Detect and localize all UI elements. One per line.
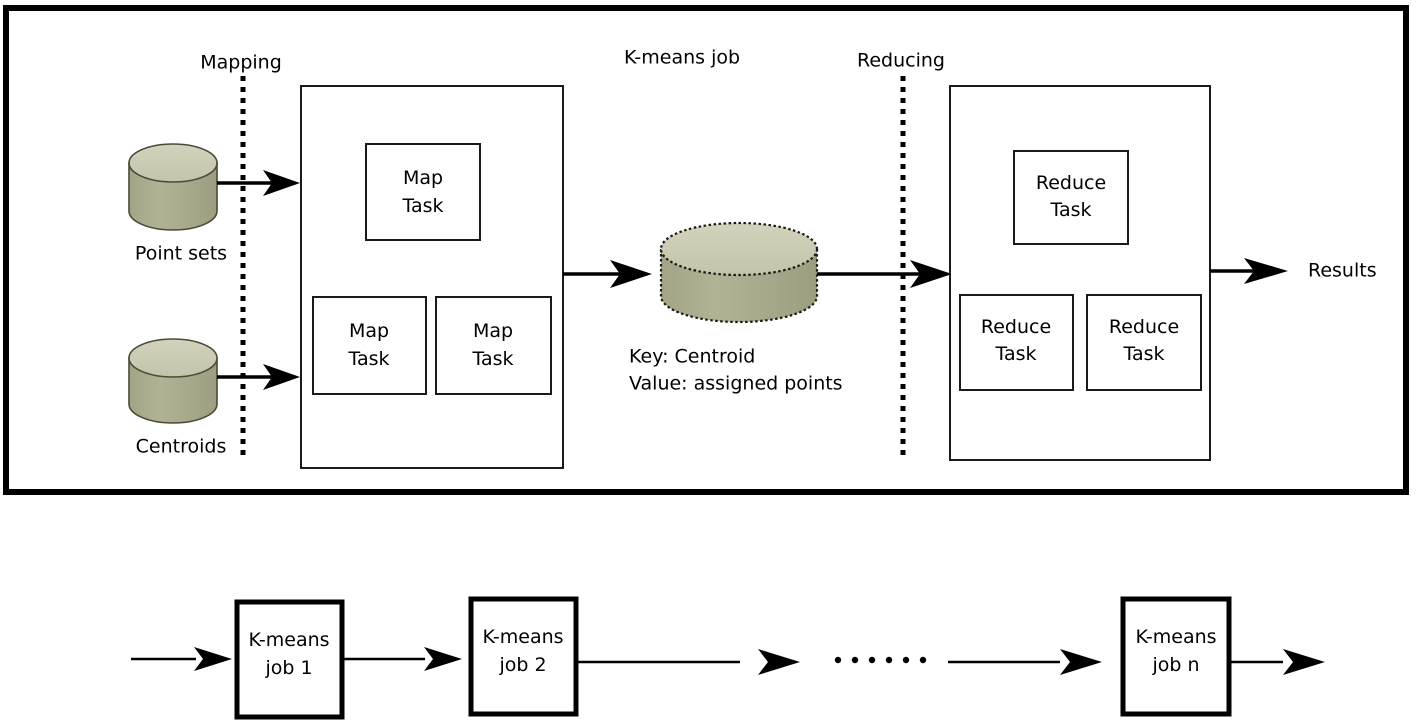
point-sets-label: Point sets bbox=[135, 243, 227, 265]
intermediate-cylinder-top bbox=[659, 221, 819, 277]
map-task-2-line1: Map bbox=[349, 320, 389, 342]
intermediate-datastore bbox=[659, 221, 819, 324]
kmeans-job-1-line1: K-means bbox=[248, 629, 329, 651]
reduce-task-1-line1: Reduce bbox=[1036, 172, 1106, 194]
point-sets-cylinder-top bbox=[128, 143, 218, 183]
kmeans-job-n-line1: K-means bbox=[1135, 626, 1216, 648]
reduce-task-1: Reduce Task bbox=[1013, 150, 1129, 245]
kmeans-job-2-line2: job 2 bbox=[498, 654, 546, 676]
point-sets-datastore bbox=[128, 143, 218, 231]
centroids-label: Centroids bbox=[136, 436, 227, 458]
diagram-canvas: Mapping K-means job Reducing Point sets … bbox=[0, 0, 1420, 723]
map-task-1-line1: Map bbox=[403, 167, 443, 189]
map-task-2-box bbox=[312, 296, 427, 395]
map-task-3-line2: Task bbox=[471, 348, 513, 370]
reduce-task-2: Reduce Task bbox=[959, 294, 1074, 391]
reduce-task-2-line2: Task bbox=[994, 343, 1036, 365]
intermediate-key-annotation: Key: Centroid bbox=[629, 346, 755, 368]
arrow-head-into-job-1 bbox=[194, 647, 232, 671]
centroids-cylinder-top bbox=[128, 338, 218, 378]
kmeans-job-n-line2: job n bbox=[1151, 654, 1199, 676]
reduce-task-3: Reduce Task bbox=[1086, 294, 1202, 391]
arrow-head-job2-to-ellipsis bbox=[758, 649, 800, 675]
kmeans-job-2: K-means job 2 bbox=[468, 596, 579, 717]
reduce-stage-container bbox=[949, 85, 1211, 461]
kmeans-job-1: K-means job 1 bbox=[234, 599, 345, 720]
reduce-task-1-line2: Task bbox=[1049, 199, 1091, 221]
kmeans-job-n: K-means job n bbox=[1120, 596, 1232, 717]
map-task-1: Map Task bbox=[365, 143, 481, 241]
map-task-3-line1: Map bbox=[473, 320, 513, 342]
kmeans-job-2-line1: K-means bbox=[482, 626, 563, 648]
map-task-1-line2: Task bbox=[401, 195, 443, 217]
arrow-head-job1-to-job2 bbox=[424, 647, 462, 671]
results-label: Results bbox=[1308, 260, 1377, 282]
reduce-task-2-line1: Reduce bbox=[981, 316, 1051, 338]
map-task-2: Map Task bbox=[312, 296, 427, 395]
centroids-datastore bbox=[128, 338, 218, 424]
kmeans-job-title: K-means job bbox=[624, 47, 740, 69]
map-task-3-box bbox=[435, 296, 552, 395]
reduce-task-1-box bbox=[1013, 150, 1129, 245]
arrow-head-out-of-jobn bbox=[1283, 649, 1325, 675]
arrow-head-ellipsis-to-jobn bbox=[1060, 649, 1102, 675]
reducing-phase-label: Reducing bbox=[857, 50, 945, 72]
map-task-1-box bbox=[365, 143, 481, 241]
kmeans-mapreduce-diagram: Mapping K-means job Reducing Point sets … bbox=[3, 5, 1409, 720]
mapping-phase-label: Mapping bbox=[200, 52, 282, 74]
intermediate-value-annotation: Value: assigned points bbox=[629, 373, 843, 395]
map-task-3: Map Task bbox=[435, 296, 552, 395]
map-task-2-line2: Task bbox=[347, 348, 389, 370]
kmeans-job-1-line2: job 1 bbox=[264, 657, 312, 679]
reduce-task-3-line1: Reduce bbox=[1109, 316, 1179, 338]
reduce-task-3-line2: Task bbox=[1122, 343, 1164, 365]
